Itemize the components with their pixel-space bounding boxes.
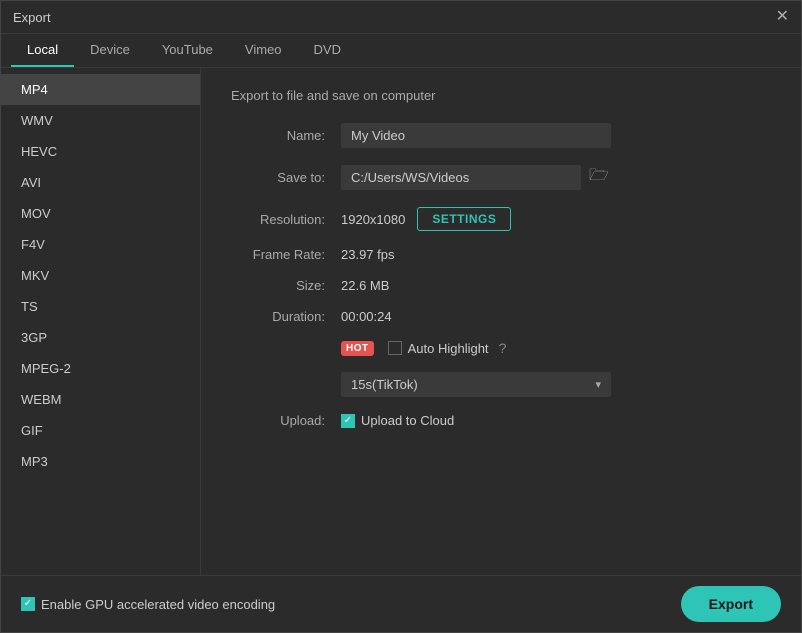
export-description: Export to file and save on computer xyxy=(231,88,771,103)
resolution-row: Resolution: 1920x1080 SETTINGS xyxy=(231,207,771,231)
chevron-down-icon: ▾ xyxy=(595,378,601,391)
upload-row: Upload: Upload to Cloud xyxy=(231,413,771,428)
gpu-checkbox[interactable] xyxy=(21,597,35,611)
save-path-input[interactable] xyxy=(341,165,581,190)
sidebar-item-webm[interactable]: WEBM xyxy=(1,384,200,415)
window-title: Export xyxy=(13,10,51,25)
auto-highlight-checkbox[interactable] xyxy=(388,341,402,355)
sidebar-item-ts[interactable]: TS xyxy=(1,291,200,322)
resolution-label: Resolution: xyxy=(231,212,341,227)
upload-label: Upload: xyxy=(231,413,341,428)
upload-checkbox-row: Upload to Cloud xyxy=(341,413,454,428)
framerate-label: Frame Rate: xyxy=(231,247,341,262)
hot-badge: HOT xyxy=(341,341,374,356)
sidebar-item-mpeg2[interactable]: MPEG-2 xyxy=(1,353,200,384)
sidebar-item-3gp[interactable]: 3GP xyxy=(1,322,200,353)
resolution-value-row: 1920x1080 SETTINGS xyxy=(341,207,511,231)
titlebar: Export ✕ xyxy=(1,1,801,34)
close-button[interactable]: ✕ xyxy=(776,9,789,25)
save-to-label: Save to: xyxy=(231,170,341,185)
folder-icon[interactable]: 🗁 xyxy=(589,164,609,191)
tab-vimeo[interactable]: Vimeo xyxy=(229,34,298,67)
settings-button[interactable]: SETTINGS xyxy=(417,207,511,231)
sidebar-item-f4v[interactable]: F4V xyxy=(1,229,200,260)
duration-row: Duration: 00:00:24 xyxy=(231,309,771,324)
dropdown-row: 15s(TikTok) ▾ xyxy=(231,372,771,397)
size-label: Size: xyxy=(231,278,341,293)
duration-value: 00:00:24 xyxy=(341,309,392,324)
size-value: 22.6 MB xyxy=(341,278,389,293)
path-row: 🗁 xyxy=(341,164,609,191)
tab-bar: Local Device YouTube Vimeo DVD xyxy=(1,34,801,68)
content-area: MP4 WMV HEVC AVI MOV F4V MKV TS 3GP MPEG… xyxy=(1,68,801,575)
dropdown-value: 15s(TikTok) xyxy=(351,377,418,392)
framerate-value: 23.97 fps xyxy=(341,247,395,262)
info-icon[interactable]: ? xyxy=(499,340,507,356)
sidebar: MP4 WMV HEVC AVI MOV F4V MKV TS 3GP MPEG… xyxy=(1,68,201,575)
tab-device[interactable]: Device xyxy=(74,34,146,67)
duration-label: Duration: xyxy=(231,309,341,324)
gpu-row: Enable GPU accelerated video encoding xyxy=(21,597,275,612)
tiktok-dropdown[interactable]: 15s(TikTok) ▾ xyxy=(341,372,611,397)
name-row: Name: xyxy=(231,123,771,148)
sidebar-item-hevc[interactable]: HEVC xyxy=(1,136,200,167)
framerate-row: Frame Rate: 23.97 fps xyxy=(231,247,771,262)
sidebar-item-avi[interactable]: AVI xyxy=(1,167,200,198)
auto-highlight-row: HOT Auto Highlight ? xyxy=(231,340,771,356)
size-row: Size: 22.6 MB xyxy=(231,278,771,293)
sidebar-item-mkv[interactable]: MKV xyxy=(1,260,200,291)
auto-highlight-checkbox-row: HOT Auto Highlight ? xyxy=(341,340,506,356)
export-window: Export ✕ Local Device YouTube Vimeo DVD … xyxy=(0,0,802,633)
name-input[interactable] xyxy=(341,123,611,148)
gpu-label: Enable GPU accelerated video encoding xyxy=(41,597,275,612)
name-label: Name: xyxy=(231,128,341,143)
main-panel: Export to file and save on computer Name… xyxy=(201,68,801,575)
footer: Enable GPU accelerated video encoding Ex… xyxy=(1,575,801,632)
upload-cloud-label: Upload to Cloud xyxy=(361,413,454,428)
sidebar-item-wmv[interactable]: WMV xyxy=(1,105,200,136)
auto-highlight-label: Auto Highlight xyxy=(408,341,489,356)
save-to-row: Save to: 🗁 xyxy=(231,164,771,191)
export-button[interactable]: Export xyxy=(681,586,781,622)
upload-cloud-checkbox[interactable] xyxy=(341,414,355,428)
tab-local[interactable]: Local xyxy=(11,34,74,67)
sidebar-item-mov[interactable]: MOV xyxy=(1,198,200,229)
sidebar-item-mp4[interactable]: MP4 xyxy=(1,74,200,105)
sidebar-item-gif[interactable]: GIF xyxy=(1,415,200,446)
tab-dvd[interactable]: DVD xyxy=(298,34,357,67)
sidebar-item-mp3[interactable]: MP3 xyxy=(1,446,200,477)
tab-youtube[interactable]: YouTube xyxy=(146,34,229,67)
resolution-value: 1920x1080 xyxy=(341,212,405,227)
